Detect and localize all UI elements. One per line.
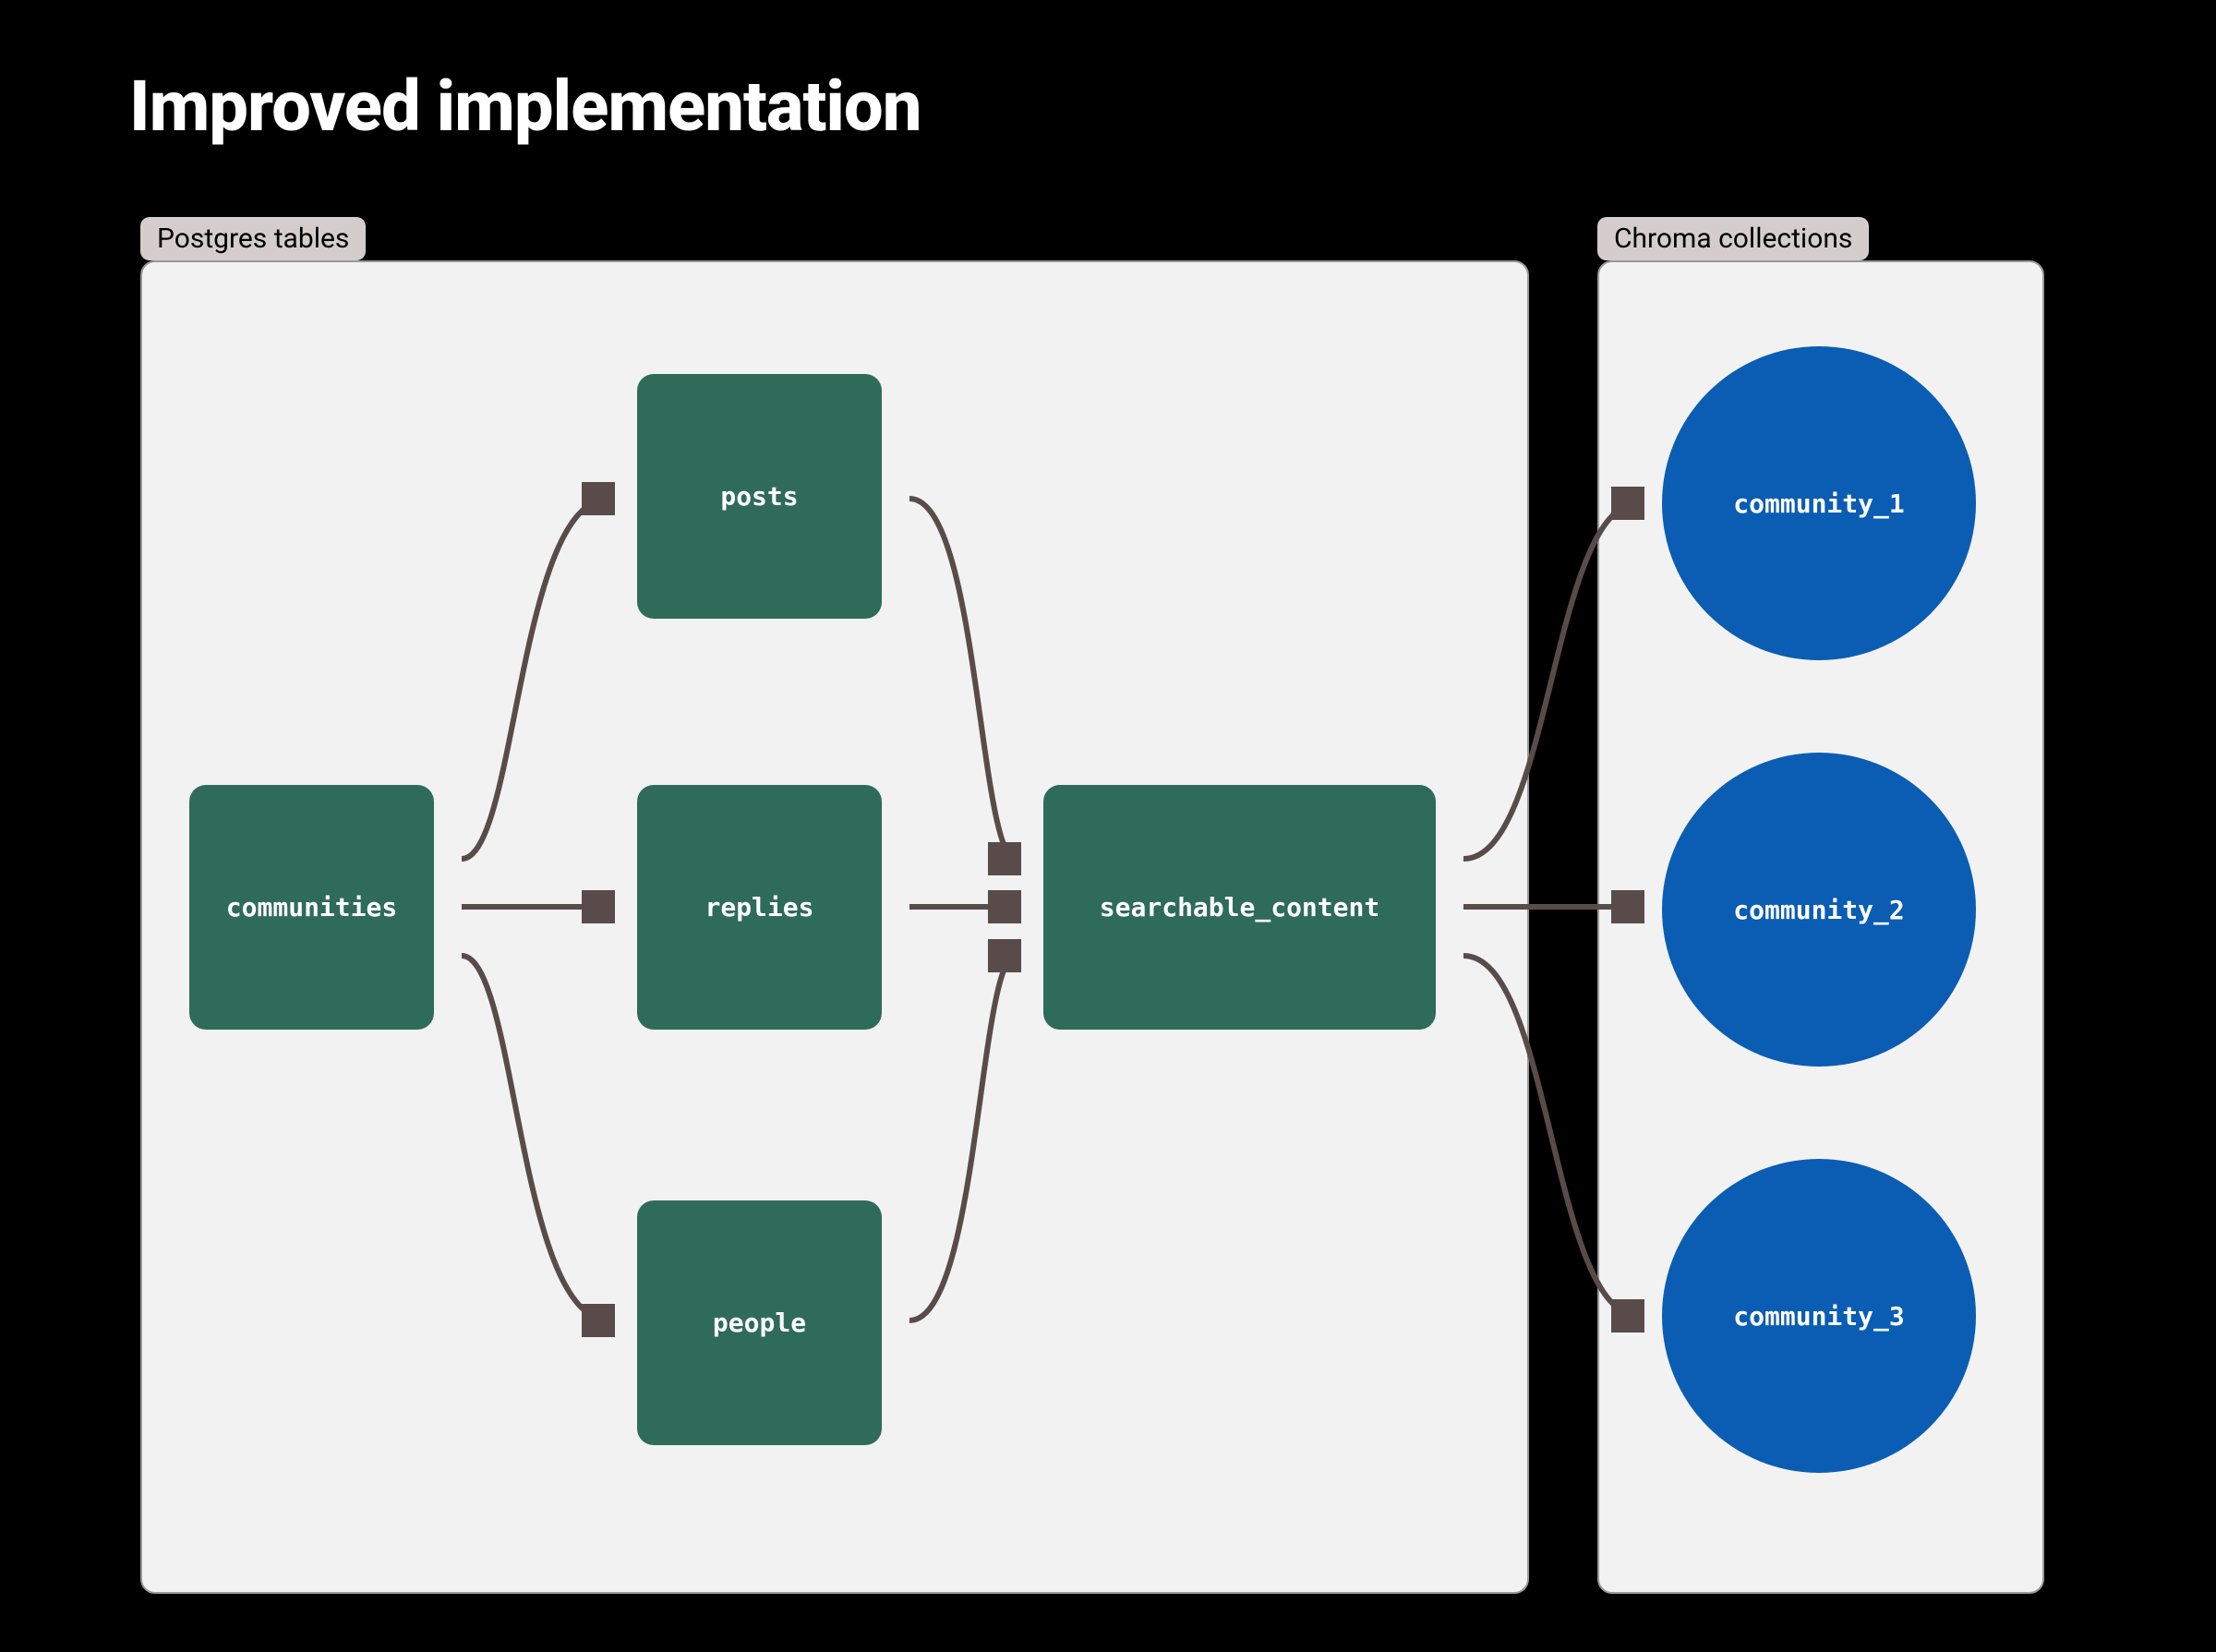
table-people: people (637, 1200, 882, 1445)
diagram-root: Improved implementation Postgres tables … (0, 0, 2216, 1652)
chroma-panel-label: Chroma collections (1597, 217, 1869, 260)
collection-community-2: community_2 (1662, 753, 1976, 1067)
collection-community-1: community_1 (1662, 346, 1976, 660)
postgres-panel-label: Postgres tables (140, 217, 366, 260)
table-replies: replies (637, 785, 882, 1030)
table-posts: posts (637, 374, 882, 619)
diagram-title: Improved implementation (129, 65, 921, 148)
collection-community-3: community_3 (1662, 1159, 1976, 1473)
table-communities: communities (189, 785, 434, 1030)
table-searchable-content: searchable_content (1043, 785, 1436, 1030)
